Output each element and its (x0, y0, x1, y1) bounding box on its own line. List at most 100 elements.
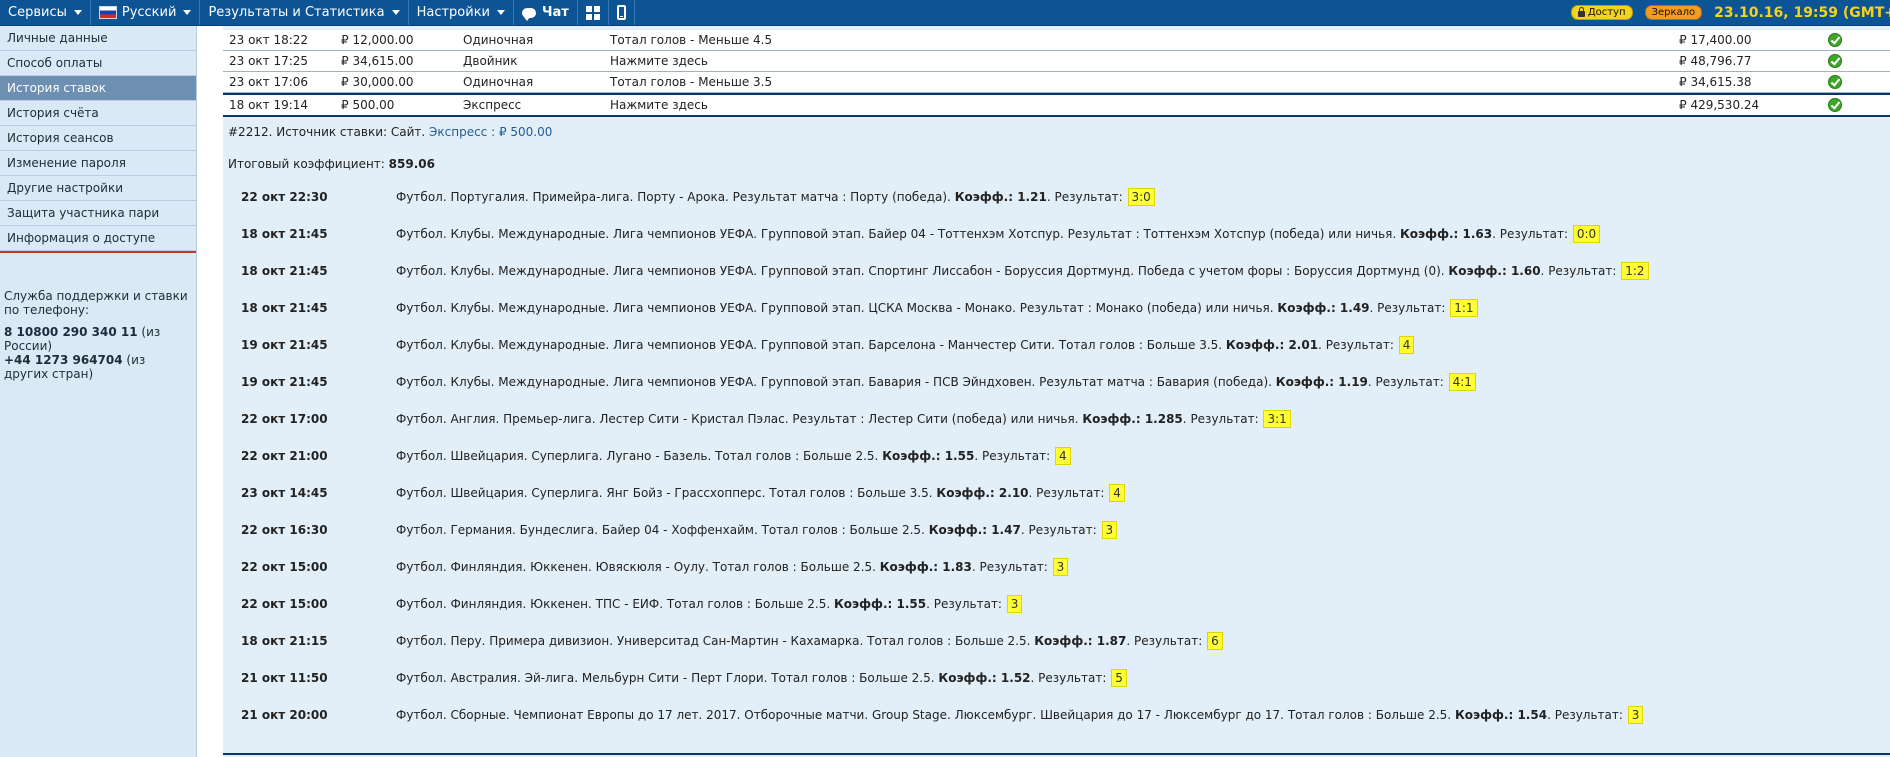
event-datetime: 19 окт 21:45 (241, 375, 328, 389)
event-description: Футбол. Швейцария. Суперлига. Янг Бойз -… (396, 484, 1125, 502)
event-datetime: 22 окт 17:00 (241, 412, 328, 426)
access-badge[interactable]: Доступ (1570, 5, 1633, 20)
result-badge: 4 (1398, 336, 1415, 354)
result-label: Результат: (1548, 264, 1621, 278)
results-menu[interactable]: Результаты и Статистика (200, 0, 409, 25)
result-label: Результат: (1377, 301, 1450, 315)
bet-event-link[interactable]: Нажмите здесь (610, 98, 708, 112)
windows-app-button[interactable] (578, 0, 609, 25)
sidebar-item-personal-data[interactable]: Личные данные (0, 26, 196, 51)
event-description: Футбол. Финляндия. Юккенен. ТПС - ЕИФ. Т… (396, 595, 1023, 613)
odds-value: 2.01 (1288, 338, 1319, 352)
event-text: Футбол. Финляндия. Юккенен. Ювяскюля - О… (396, 560, 880, 574)
event-description: Футбол. Швейцария. Суперлига. Лугано - Б… (396, 447, 1071, 465)
odds-separator: . (1367, 375, 1376, 389)
odds-label: Коэфф.: (879, 560, 943, 574)
event-row: 22 окт 16:30 Футбол. Германия. Бундеслига… (223, 521, 1890, 541)
odds-value: 1.60 (1510, 264, 1541, 278)
event-text: Футбол. Англия. Премьер-лига. Лестер Сит… (396, 412, 1083, 426)
result-badge: 4:1 (1448, 373, 1476, 391)
event-row: 22 окт 15:00 Футбол. Финляндия. Юккенен. … (223, 595, 1890, 615)
odds-value: 1.87 (1096, 634, 1127, 648)
event-row: 23 окт 14:45 Футбол. Швейцария. Суперлига… (223, 484, 1890, 504)
odds-label: Коэфф.: (1277, 301, 1340, 315)
event-row: 21 окт 11:50 Футбол. Австралия. Эй-лига. … (223, 669, 1890, 689)
chat-button[interactable]: Чат (514, 0, 578, 25)
sidebar-item-other-settings[interactable]: Другие настройки (0, 176, 196, 201)
sidebar-item-bettor-protection[interactable]: Защита участника пари (0, 201, 196, 226)
bet-row-expanded[interactable]: 18 окт 19:14 ₽ 500.00 Экспресс Нажмите з… (223, 93, 1890, 117)
event-text: Футбол. Клубы. Международные. Лига чемпи… (396, 375, 1276, 389)
odds-value: 1.52 (1000, 671, 1031, 685)
result-badge: 6 (1207, 632, 1223, 650)
chat-bubble-icon (522, 7, 536, 21)
event-datetime: 18 окт 21:45 (241, 301, 328, 315)
odds-value: 1.63 (1462, 227, 1493, 241)
support-info: Служба поддержки и ставки по телефону: 8… (4, 289, 188, 381)
event-datetime: 22 окт 21:00 (241, 449, 328, 463)
bet-date: 23 окт 18:22 (229, 33, 309, 47)
event-text: Футбол. Клубы. Международные. Лига чемпи… (396, 301, 1278, 315)
bet-date: 18 окт 19:14 (229, 98, 309, 112)
result-label: Результат: (933, 597, 1006, 611)
settings-menu[interactable]: Настройки (409, 0, 514, 25)
sidebar-item-bet-history[interactable]: История ставок (0, 76, 196, 101)
language-menu[interactable]: Русский (91, 0, 201, 25)
services-menu[interactable]: Сервисы (0, 0, 91, 25)
account-sidebar: Личные данные Способ оплаты История став… (0, 26, 197, 757)
sidebar-item-session-history[interactable]: История сеансов (0, 126, 196, 151)
event-row: 22 окт 17:00 Футбол. Англия. Премьер-лига… (223, 410, 1890, 430)
language-menu-label: Русский (121, 5, 177, 20)
result-label: Результат: (1134, 634, 1207, 648)
odds-separator: . (1126, 634, 1135, 648)
support-phone-ru: 8 10800 290 340 11 (4, 325, 138, 339)
mobile-app-button[interactable] (609, 0, 635, 25)
results-menu-label: Результаты и Статистика (208, 5, 385, 20)
event-description: Футбол. Финляндия. Юккенен. Ювяскюля - О… (396, 558, 1069, 576)
bet-row[interactable]: 23 окт 18:22 ₽ 12,000.00 Одиночная Тотал… (223, 30, 1890, 51)
bet-type: Одиночная (463, 75, 534, 89)
bet-row[interactable]: 23 окт 17:06 ₽ 30,000.00 Одиночная Тотал… (223, 72, 1890, 93)
bet-source-amount: : ₽ 500.00 (487, 125, 553, 139)
event-description: Футбол. Германия. Бундеслига. Байер 04 -… (396, 521, 1118, 539)
odds-label: Коэфф.: (936, 486, 999, 500)
bet-source-prefix: #2212. Источник ставки: Сайт. (228, 125, 429, 139)
result-badge: 4 (1109, 484, 1125, 502)
bet-row[interactable]: 23 окт 17:25 ₽ 34,615.00 Двойник Нажмите… (223, 51, 1890, 72)
total-odds-label: Итоговый коэффициент: (228, 157, 389, 171)
windows-icon (585, 5, 600, 20)
chat-button-label: Чат (542, 5, 569, 20)
support-phone-intl-line: +44 1273 964704 (из других стран) (4, 353, 188, 381)
result-label: Результат: (1499, 227, 1572, 241)
event-text: Футбол. Португалия. Примейра-лига. Порту… (396, 190, 955, 204)
bet-date: 23 окт 17:25 (229, 54, 309, 68)
bottom-divider (223, 753, 1890, 755)
support-title: Служба поддержки и ставки по телефону: (4, 289, 188, 317)
result-badge: 1:1 (1450, 299, 1478, 317)
bet-payout: ₽ 34,615.38 (1679, 75, 1752, 89)
odds-value: 1.55 (896, 597, 927, 611)
odds-value: 1.83 (942, 560, 972, 574)
odds-label: Коэфф.: (882, 449, 945, 463)
sidebar-divider (0, 251, 196, 253)
sidebar-item-access-info[interactable]: Информация о доступе (0, 226, 196, 251)
event-row: 19 окт 21:45 Футбол. Клубы. Международные… (223, 336, 1890, 356)
result-label: Результат: (981, 449, 1054, 463)
odds-label: Коэфф.: (833, 597, 897, 611)
sidebar-item-payment-method[interactable]: Способ оплаты (0, 51, 196, 76)
odds-value: 2.10 (998, 486, 1029, 500)
odds-separator: . (1030, 671, 1039, 685)
sidebar-item-account-history[interactable]: История счёта (0, 101, 196, 126)
event-row: 22 окт 22:30 Футбол. Португалия. Примейра… (223, 188, 1890, 208)
event-text: Футбол. Швейцария. Суперлига. Лугано - Б… (396, 449, 883, 463)
event-datetime: 19 окт 21:45 (241, 338, 328, 352)
event-description: Футбол. Клубы. Международные. Лига чемпи… (396, 225, 1601, 243)
result-label: Результат: (1028, 523, 1101, 537)
bet-payout: ₽ 429,530.24 (1679, 98, 1760, 112)
odds-label: Коэфф.: (1400, 227, 1463, 241)
bet-payout: ₽ 17,400.00 (1679, 33, 1752, 47)
event-row: 18 окт 21:45 Футбол. Клубы. Международные… (223, 225, 1890, 245)
sidebar-item-change-password[interactable]: Изменение пароля (0, 151, 196, 176)
bet-event-link[interactable]: Нажмите здесь (610, 54, 708, 68)
mirror-badge[interactable]: Зеркало (1644, 5, 1703, 20)
